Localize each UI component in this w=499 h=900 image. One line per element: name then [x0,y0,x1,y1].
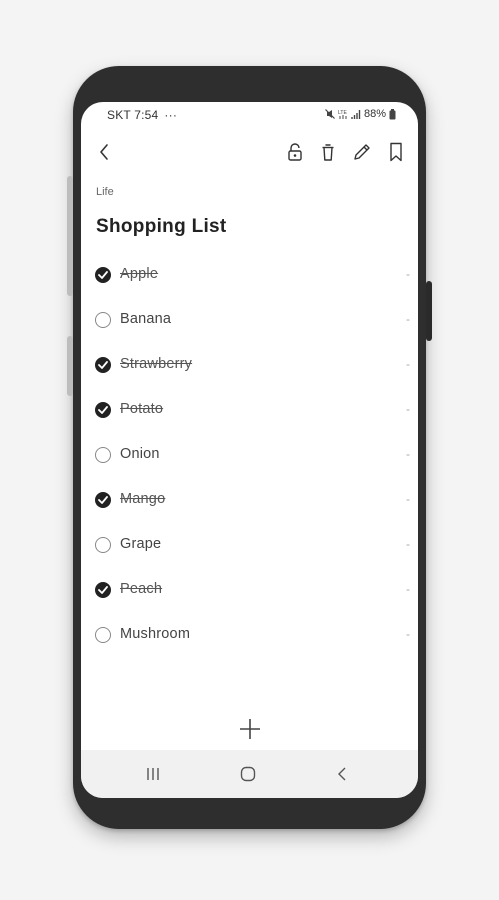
screen: SKT 7:54 ··· LTE 88% Life Shopping List A [81,102,418,798]
back-button[interactable] [93,140,115,164]
unchecked-checkbox[interactable] [95,627,111,643]
checked-checkbox[interactable] [95,492,111,508]
checkmark-icon [98,406,108,414]
drag-handle[interactable]: - [406,312,410,326]
list-item[interactable]: Mushroom - [81,612,418,657]
lock-icon [288,143,302,161]
checkmark-icon [98,496,108,504]
note-title[interactable]: Shopping List [96,216,227,238]
recent-apps-icon [147,768,159,780]
trash-icon [322,143,334,161]
checked-checkbox[interactable] [95,357,111,373]
unchecked-checkbox[interactable] [95,312,111,328]
pencil-icon [354,144,370,160]
battery-icon [389,108,396,119]
recent-apps-button[interactable] [141,764,165,784]
bixby-button [67,336,73,396]
more-notifications: ··· [164,108,178,122]
item-label[interactable]: Mushroom [120,626,190,642]
note-category[interactable]: Life [96,186,114,198]
drag-handle[interactable]: - [406,447,410,461]
checked-checkbox[interactable] [95,267,111,283]
signal-icon [351,110,361,119]
status-right: LTE 88% [325,108,396,120]
status-bar: SKT 7:54 ··· LTE 88% [81,102,418,128]
lock-button[interactable] [284,140,306,164]
checked-checkbox[interactable] [95,582,111,598]
mute-icon [325,109,335,119]
item-label[interactable]: Peach [120,581,162,597]
home-icon [240,766,256,782]
volume-button [67,176,73,296]
list-item[interactable]: Onion - [81,432,418,477]
item-label[interactable]: Apple [120,266,158,282]
drag-handle[interactable]: - [406,267,410,281]
list-item[interactable]: Potato - [81,387,418,432]
item-label[interactable]: Strawberry [120,356,192,372]
item-label[interactable]: Potato [120,401,163,417]
item-label[interactable]: Mango [120,491,165,507]
drag-handle[interactable]: - [406,492,410,506]
edit-button[interactable] [351,140,373,164]
unchecked-checkbox[interactable] [95,537,111,553]
toolbar [81,136,418,170]
lte-icon: LTE [338,110,347,119]
chevron-left-icon [100,144,108,160]
list-item[interactable]: Grape - [81,522,418,567]
back-arrow-icon [338,767,346,781]
drag-handle[interactable]: - [406,402,410,416]
list-item[interactable]: Banana - [81,297,418,342]
drag-handle[interactable]: - [406,627,410,641]
bookmark-icon [390,142,402,162]
drag-handle[interactable]: - [406,357,410,371]
drag-handle[interactable]: - [406,582,410,596]
status-left: SKT 7:54 ··· [107,108,177,122]
checked-checkbox[interactable] [95,402,111,418]
navigation-bar [81,750,418,798]
unchecked-checkbox[interactable] [95,447,111,463]
add-item-button[interactable] [238,717,262,741]
home-button[interactable] [236,764,260,784]
drag-handle[interactable]: - [406,537,410,551]
list-item[interactable]: Mango - [81,477,418,522]
checkmark-icon [98,361,108,369]
list-item[interactable]: Strawberry - [81,342,418,387]
item-label[interactable]: Banana [120,311,171,327]
checkmark-icon [98,271,108,279]
power-button [426,281,432,341]
carrier-time: SKT 7:54 [107,108,159,122]
list-item[interactable]: Apple - [81,252,418,297]
bookmark-button[interactable] [385,140,407,164]
checklist: Apple - Banana - Strawberry - Potato - Onion - Man… [81,252,418,657]
nav-back-button[interactable] [330,764,354,784]
list-item[interactable]: Peach - [81,567,418,612]
item-label[interactable]: Grape [120,536,161,552]
checkmark-icon [98,586,108,594]
battery-percent: 88% [363,108,386,120]
item-label[interactable]: Onion [120,446,160,462]
plus-icon [240,719,260,739]
delete-button[interactable] [317,140,339,164]
